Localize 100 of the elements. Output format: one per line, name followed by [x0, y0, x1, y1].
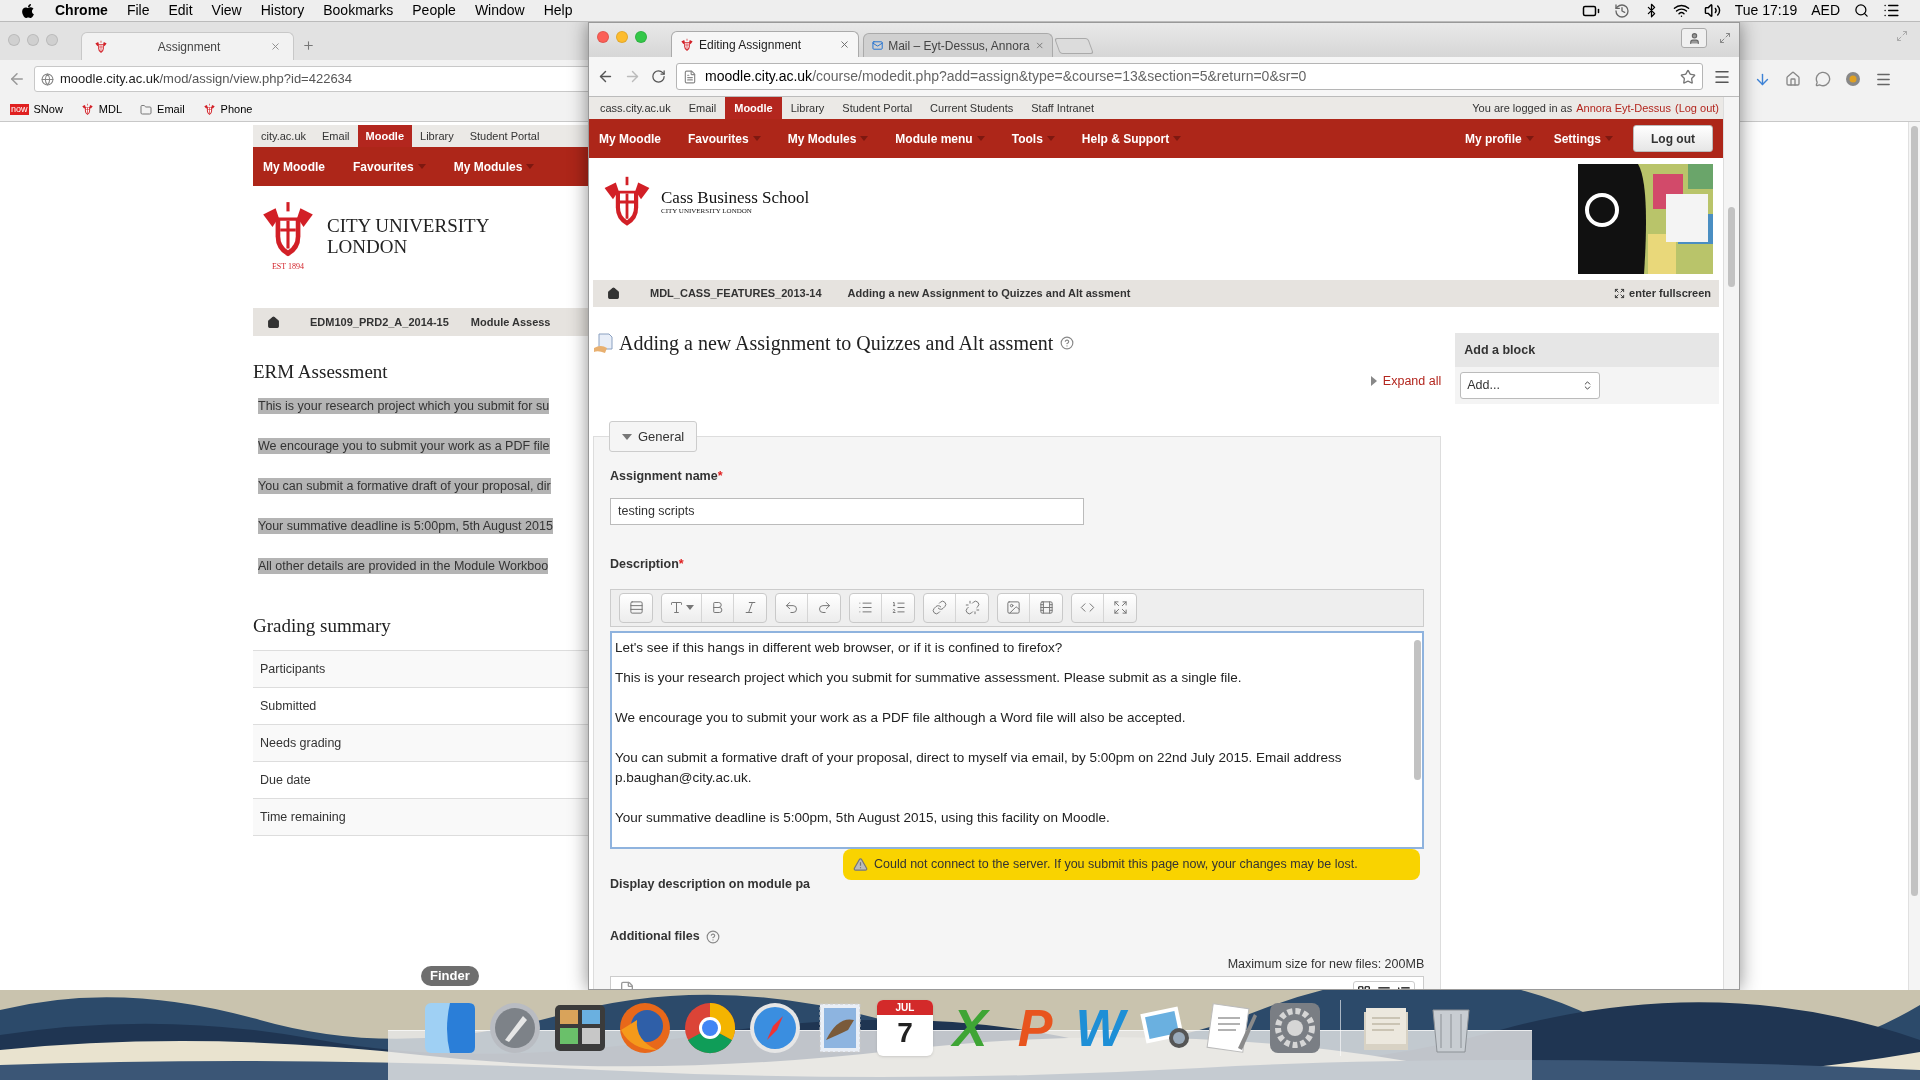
gear-icon[interactable] — [1267, 1000, 1323, 1056]
nav-item[interactable]: My Moodle — [263, 157, 325, 176]
caret-icon — [1173, 136, 1182, 141]
menu-item[interactable]: Window — [474, 0, 525, 21]
globe-icon[interactable] — [617, 1000, 673, 1056]
list-icon[interactable] — [1883, 2, 1900, 19]
site-link[interactable]: Student Portal — [833, 97, 922, 119]
clock-icon[interactable] — [1613, 2, 1630, 19]
rich-text-editor[interactable] — [610, 631, 1425, 850]
select-field[interactable]: Add... — [1460, 372, 1601, 399]
highlighted-text: You can submit a formative draft of your proposal, dir — [258, 478, 551, 494]
back-icon[interactable] — [597, 68, 614, 85]
text-input[interactable]: testing scripts — [610, 497, 1084, 526]
field-label: Display description on module pa — [610, 875, 811, 893]
site-link[interactable]: Email — [314, 125, 358, 147]
nav-item[interactable]: Favourites — [353, 157, 426, 176]
nav-item[interactable]: My Moodle — [599, 129, 661, 148]
reload-icon[interactable] — [651, 69, 666, 84]
compass-icon[interactable] — [747, 1000, 803, 1056]
nav-item[interactable]: My profile — [1465, 129, 1534, 148]
logout-button[interactable]: Log out — [1633, 125, 1713, 152]
scrollbar[interactable] — [1911, 126, 1918, 896]
site-link[interactable]: city.ac.uk — [253, 125, 315, 147]
breadcrumb-link[interactable]: Module Assess — [470, 313, 551, 331]
nav-item[interactable]: My Modules — [453, 157, 535, 176]
site-link[interactable]: Library — [412, 125, 462, 147]
calendar-icon[interactable]: JUL 7 — [877, 1000, 933, 1056]
split-square-icon[interactable] — [422, 1000, 478, 1056]
address-bar[interactable]: moodle.city.ac.uk/course/modedit.php?add=assign&type=&course=13&section=5&return=0&sr=0 — [676, 63, 1703, 90]
apple-icon[interactable] — [20, 2, 36, 19]
new-tab-icon[interactable] — [302, 39, 315, 52]
bookmark[interactable]: now SNow — [10, 101, 63, 118]
search-icon[interactable] — [1854, 3, 1869, 18]
menu-item[interactable]: People — [412, 0, 456, 21]
nav-item[interactable]: Module menu — [895, 129, 985, 148]
input-source[interactable]: AED — [1811, 0, 1840, 21]
window-control[interactable] — [635, 31, 647, 43]
color-wheel-icon[interactable] — [682, 1000, 738, 1056]
wifi-icon[interactable] — [1672, 2, 1690, 19]
nav-item[interactable]: Help & Support — [1081, 129, 1182, 148]
folder-icon — [140, 103, 153, 116]
section-toggle[interactable]: General — [609, 421, 698, 452]
bookmark[interactable]: MDL — [80, 101, 123, 118]
user-link[interactable]: Annora Eyt-Dessus — [1576, 99, 1671, 117]
site-link[interactable]: Staff Intranet — [1022, 97, 1104, 119]
volume-icon[interactable] — [1703, 2, 1721, 19]
bookmark[interactable]: Email — [140, 101, 185, 118]
close-icon[interactable] — [1034, 40, 1044, 51]
bookmark[interactable]: Phone — [202, 101, 253, 118]
breadcrumb-link[interactable]: EDM109_PRD2_A_2014-15 — [310, 313, 449, 331]
nav-item[interactable]: Settings — [1553, 129, 1613, 148]
site-link[interactable]: Student Portal — [461, 125, 548, 147]
nav-item[interactable]: My Modules — [787, 129, 869, 148]
envelope-icon — [872, 39, 884, 52]
editor-paragraph: This is your research project which you submit for summative assessment. Please submit as a single file. — [615, 669, 1243, 688]
browser-tab[interactable]: Mail – Eyt-Dessus, Annora — [863, 33, 1053, 57]
menu-item[interactable]: Help — [543, 0, 573, 21]
menu-item[interactable]: Chrome — [55, 0, 108, 21]
bookmark-star-icon[interactable] — [1680, 68, 1696, 85]
fullscreen-link[interactable]: enter fullscreen — [1629, 285, 1711, 302]
login-info: You are logged in as — [1472, 100, 1573, 116]
warning-icon — [853, 857, 868, 872]
site-link[interactable]: cass.city.ac.uk — [591, 97, 680, 119]
nav-item[interactable]: Favourites — [688, 129, 761, 148]
logout-link[interactable]: (Log out) — [1674, 99, 1719, 117]
profile-button[interactable] — [1681, 28, 1707, 48]
image-icon — [1006, 600, 1021, 616]
menu-item[interactable]: File — [126, 0, 150, 21]
site-link[interactable]: Current Students — [921, 97, 1023, 119]
help-icon[interactable] — [1060, 336, 1075, 350]
expand-all-link[interactable]: Expand all — [1382, 371, 1442, 391]
clock-text[interactable]: Tue 17:19 — [1734, 0, 1798, 21]
site-link[interactable]: Moodle — [725, 97, 782, 119]
table-cell-text: Participants — [260, 660, 326, 678]
site-link[interactable]: Email — [679, 97, 726, 119]
browser-tab[interactable]: Assignment — [81, 32, 294, 60]
home-icon[interactable] — [607, 287, 620, 300]
breadcrumb-link[interactable]: MDL_CASS_FEATURES_2013-14 — [650, 285, 822, 302]
browser-tab[interactable]: Editing Assignment — [671, 31, 859, 57]
menu-item[interactable]: View — [211, 0, 242, 21]
menu-item[interactable]: Edit — [168, 0, 193, 21]
extension-icon[interactable] — [1845, 71, 1861, 87]
menu-item[interactable]: History — [260, 0, 305, 21]
site-link[interactable]: Library — [781, 97, 834, 119]
menu-item[interactable]: Bookmarks — [323, 0, 394, 21]
highlighted-text: Your summative deadline is 5:00pm, 5th August 2015 — [258, 518, 553, 534]
scrollbar[interactable] — [1413, 640, 1421, 781]
nav-item[interactable]: Tools — [1011, 129, 1055, 148]
window-control[interactable] — [597, 31, 609, 43]
chat-icon[interactable] — [1815, 71, 1831, 87]
close-icon[interactable] — [270, 41, 281, 52]
site-link[interactable]: Moodle — [357, 125, 413, 147]
fullscreen-icon[interactable] — [1896, 30, 1908, 42]
home-icon[interactable] — [267, 315, 280, 329]
close-icon[interactable] — [839, 39, 850, 50]
scrollbar[interactable] — [1728, 207, 1735, 287]
breadcrumb-link[interactable]: Adding a new Assignment to Quizzes and Alt assment — [847, 285, 1131, 302]
forward-icon[interactable] — [624, 68, 641, 85]
help-icon[interactable] — [705, 929, 720, 944]
fullscreen-icon[interactable] — [1719, 32, 1731, 44]
